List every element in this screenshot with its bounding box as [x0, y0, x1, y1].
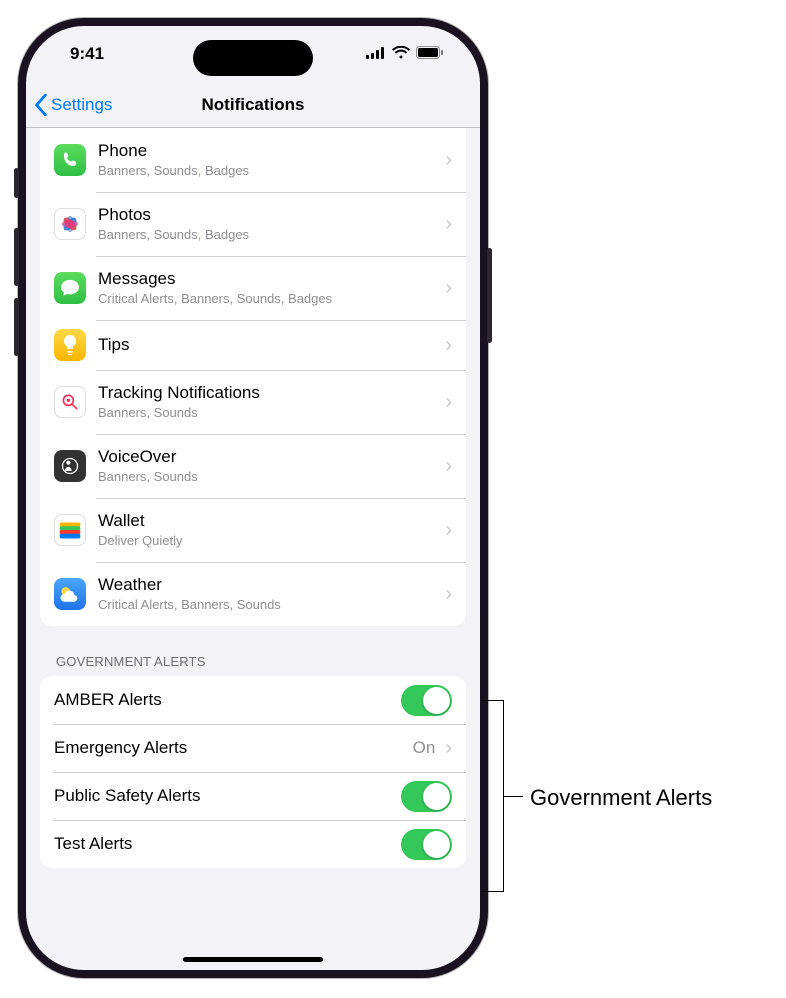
gov-row-emergency[interactable]: Emergency Alerts On ›	[40, 724, 466, 772]
test-alerts-toggle[interactable]	[401, 829, 452, 860]
app-notification-group: Phone Banners, Sounds, Badges › Photos B…	[40, 128, 466, 626]
app-title: VoiceOver	[98, 447, 439, 467]
chevron-right-icon: ›	[445, 455, 452, 478]
cellular-icon	[366, 44, 386, 64]
gov-row-test[interactable]: Test Alerts	[40, 820, 466, 868]
app-title: Tips	[98, 335, 439, 355]
chevron-right-icon: ›	[445, 391, 452, 414]
mute-switch	[14, 168, 19, 198]
chevron-left-icon	[34, 94, 48, 116]
callout-annotation: Government Alerts	[482, 700, 504, 892]
chevron-right-icon: ›	[445, 277, 452, 300]
status-time: 9:41	[70, 44, 104, 64]
app-row-phone[interactable]: Phone Banners, Sounds, Badges ›	[40, 128, 466, 192]
wifi-icon	[392, 44, 410, 64]
navigation-bar: Settings Notifications	[26, 82, 480, 128]
gov-row-amber[interactable]: AMBER Alerts	[40, 676, 466, 724]
app-title: Phone	[98, 141, 439, 161]
voiceover-icon	[54, 450, 86, 482]
government-alerts-group: AMBER Alerts Emergency Alerts On › Publi…	[40, 676, 466, 868]
page-title: Notifications	[202, 95, 305, 115]
tips-icon	[54, 329, 86, 361]
iphone-frame: 9:41 Settings Notifications	[18, 18, 488, 978]
back-button[interactable]: Settings	[34, 94, 112, 116]
phone-icon	[54, 144, 86, 176]
app-row-tracking[interactable]: Tracking Notifications Banners, Sounds ›	[40, 370, 466, 434]
app-row-wallet[interactable]: Wallet Deliver Quietly ›	[40, 498, 466, 562]
app-title: Weather	[98, 575, 439, 595]
chevron-right-icon: ›	[445, 519, 452, 542]
gov-title: Test Alerts	[54, 834, 401, 854]
wallet-icon	[54, 514, 86, 546]
app-title: Wallet	[98, 511, 439, 531]
app-subtitle: Banners, Sounds	[98, 405, 439, 421]
app-title: Photos	[98, 205, 439, 225]
home-indicator[interactable]	[183, 957, 323, 962]
app-subtitle: Critical Alerts, Banners, Sounds	[98, 597, 439, 613]
app-row-tips[interactable]: Tips ›	[40, 320, 466, 370]
chevron-right-icon: ›	[445, 149, 452, 172]
volume-down-button	[14, 298, 19, 356]
app-title: Messages	[98, 269, 439, 289]
screen: 9:41 Settings Notifications	[26, 26, 480, 970]
app-subtitle: Banners, Sounds, Badges	[98, 163, 439, 179]
gov-row-public-safety[interactable]: Public Safety Alerts	[40, 772, 466, 820]
chevron-right-icon: ›	[445, 737, 452, 760]
battery-icon	[416, 44, 444, 64]
amber-alerts-toggle[interactable]	[401, 685, 452, 716]
app-subtitle: Banners, Sounds	[98, 469, 439, 485]
photos-icon	[54, 208, 86, 240]
app-row-voiceover[interactable]: VoiceOver Banners, Sounds ›	[40, 434, 466, 498]
bracket-icon	[482, 700, 504, 892]
chevron-right-icon: ›	[445, 213, 452, 236]
gov-title: Public Safety Alerts	[54, 786, 401, 806]
weather-icon	[54, 578, 86, 610]
annotation-label: Government Alerts	[530, 785, 712, 811]
app-subtitle: Deliver Quietly	[98, 533, 439, 549]
settings-content[interactable]: Phone Banners, Sounds, Badges › Photos B…	[26, 128, 480, 942]
volume-up-button	[14, 228, 19, 286]
gov-title: AMBER Alerts	[54, 690, 401, 710]
app-row-photos[interactable]: Photos Banners, Sounds, Badges ›	[40, 192, 466, 256]
dynamic-island	[193, 40, 313, 76]
app-title: Tracking Notifications	[98, 383, 439, 403]
gov-title: Emergency Alerts	[54, 738, 413, 758]
app-row-weather[interactable]: Weather Critical Alerts, Banners, Sounds…	[40, 562, 466, 626]
app-subtitle: Critical Alerts, Banners, Sounds, Badges	[98, 291, 439, 307]
emergency-value: On	[413, 738, 436, 758]
tracking-icon	[54, 386, 86, 418]
chevron-right-icon: ›	[445, 334, 452, 357]
app-subtitle: Banners, Sounds, Badges	[98, 227, 439, 243]
app-row-messages[interactable]: Messages Critical Alerts, Banners, Sound…	[40, 256, 466, 320]
chevron-right-icon: ›	[445, 583, 452, 606]
messages-icon	[54, 272, 86, 304]
government-alerts-header: GOVERNMENT ALERTS	[40, 626, 466, 676]
back-label: Settings	[51, 95, 112, 115]
public-safety-toggle[interactable]	[401, 781, 452, 812]
side-button	[487, 248, 492, 343]
